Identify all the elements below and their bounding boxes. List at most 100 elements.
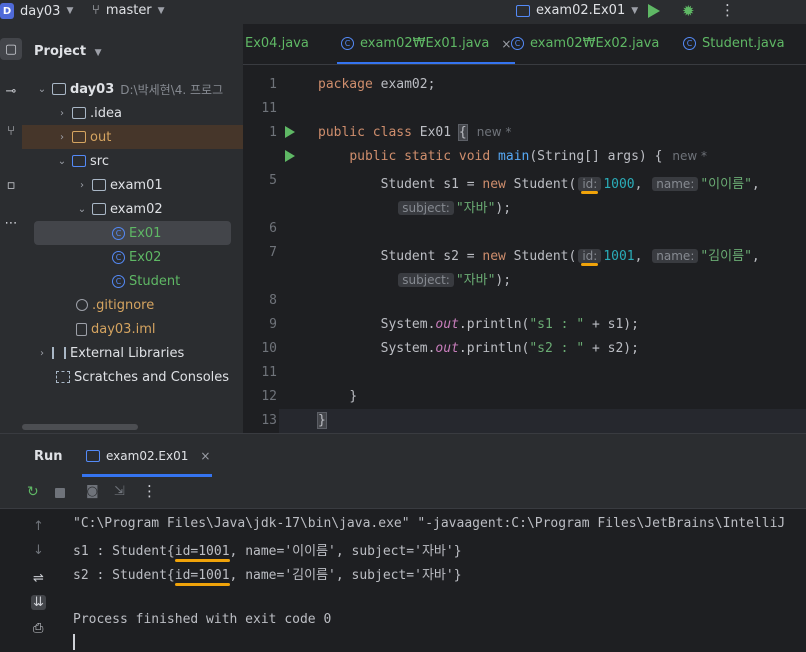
debug-icon[interactable]: ✹: [682, 2, 695, 20]
tab-student[interactable]: C Student.java: [683, 36, 785, 51]
scroll-to-end-icon[interactable]: ⇊: [31, 595, 46, 610]
tab-ex04[interactable]: Ex04.java: [245, 36, 309, 51]
title-bar: D day03 ▼ ⑂ master ▼ exam02.Ex01 ▼ ✹ ⋮: [0, 0, 806, 24]
line-number-11: 11: [261, 365, 277, 380]
project-folder-icon[interactable]: ▢: [0, 38, 22, 60]
run-panel: Run exam02.Ex01 × ↻ ◙ ⇲ ⋮ ↑ ↓ ⇌ ⇊ ⎙ "C:\…: [0, 433, 806, 652]
project-name: day03: [20, 3, 61, 19]
stop-icon[interactable]: [55, 488, 65, 498]
chevron-right-icon: ›: [40, 347, 44, 359]
scroll-up-icon[interactable]: ↑: [33, 519, 44, 534]
tree-item-scratches[interactable]: Scratches and Consoles: [22, 365, 277, 389]
project-panel-header[interactable]: Project ▼: [34, 44, 102, 59]
param-hint-id: id:: [578, 249, 602, 263]
tree-label: src: [90, 153, 109, 169]
line-number-12: 12: [261, 389, 277, 404]
param-hint-subject: subject:: [398, 273, 454, 287]
tree-item-ex01[interactable]: C Ex01: [34, 221, 231, 245]
scratch-icon: [56, 371, 70, 383]
run-tab-exam02-ex01[interactable]: exam02.Ex01 ×: [86, 449, 210, 463]
run-config-selector[interactable]: exam02.Ex01 ▼: [516, 3, 638, 18]
module-path: D:\박세현\4. 프로그: [120, 82, 224, 97]
tab-ex02[interactable]: C exam02₩Ex02.java: [511, 36, 659, 51]
ignore-file-icon: [76, 299, 88, 311]
chevron-down-icon: ▼: [631, 5, 639, 16]
editor-tabs: Ex04.java C exam02₩Ex01.java × C exam02₩…: [243, 24, 806, 65]
code-editor[interactable]: 1 11 1 5 6 7 8 9 10 11 12 13 package exa…: [243, 65, 806, 433]
branch-selector[interactable]: ⑂ master ▼: [92, 3, 165, 18]
more-icon[interactable]: ⋮: [720, 1, 735, 19]
project-panel: Project ▼ ⌄ day03 D:\박세현\4. 프로그 › .idea …: [22, 24, 277, 433]
tree-item-out[interactable]: › out: [22, 125, 277, 149]
param-hint-subject: subject:: [398, 201, 454, 215]
line-number: 1: [269, 77, 277, 92]
chevron-down-icon: ⌄: [57, 155, 67, 167]
tree-label: day03.iml: [91, 321, 156, 337]
code-line-13: }: [317, 412, 327, 429]
run-config-icon: [516, 4, 530, 17]
more-tools-icon[interactable]: ⋯: [0, 212, 22, 234]
tree-item-day03[interactable]: ⌄ day03 D:\박세현\4. 프로그: [22, 77, 257, 101]
line-number-9: 9: [269, 317, 277, 332]
tree-label: Ex02: [129, 249, 162, 265]
run-config-name: exam02.Ex01: [536, 3, 626, 18]
tree-item-external-libraries[interactable]: › External Libraries: [22, 341, 257, 365]
scroll-down-icon[interactable]: ↓: [33, 543, 44, 558]
chevron-right-icon: ›: [80, 179, 84, 191]
tab-label: exam02₩Ex01.java: [360, 36, 490, 51]
structure-icon[interactable]: ▫: [0, 174, 22, 196]
code-line-7-wrap: subject: "자바");: [318, 269, 511, 288]
code-line-5-wrap: subject: "자바");: [318, 197, 511, 216]
chevron-down-icon: ▼: [66, 6, 74, 16]
java-class-icon: C: [112, 250, 125, 264]
code-line-5: Student s1 = new Student(id: 1000, name: "…: [380, 177, 760, 192]
run-side-toolbar: ↑ ↓ ⇌ ⇊ ⎙: [0, 509, 56, 652]
pull-request-icon[interactable]: ⑂: [0, 120, 22, 142]
param-hint-id: id:: [578, 177, 602, 191]
java-class-icon: C: [341, 37, 354, 50]
print-icon[interactable]: ⎙: [33, 621, 43, 636]
horizontal-scrollbar[interactable]: [22, 424, 138, 430]
line-number-7: 7: [269, 245, 277, 260]
rerun-icon[interactable]: ↻: [27, 484, 39, 500]
restore-layout-icon[interactable]: ⇲: [114, 484, 125, 499]
soft-wrap-icon[interactable]: ⇌: [33, 571, 44, 586]
param-hint-name: name:: [652, 249, 699, 263]
library-icon: [52, 347, 66, 359]
close-icon[interactable]: ×: [501, 37, 511, 51]
tree-label: Student: [129, 273, 181, 289]
console-output-2: s2 : Student{id=1001, name='김이름', subjec…: [73, 568, 462, 583]
run-panel-title: Run: [34, 449, 63, 464]
camera-icon[interactable]: ◙: [86, 484, 99, 499]
run-main-icon[interactable]: [285, 150, 295, 162]
tree-item-src[interactable]: ⌄ src: [22, 149, 277, 173]
param-hint-name: name:: [652, 177, 699, 191]
run-tab-label: exam02.Ex01: [106, 449, 189, 463]
tab-label: exam02₩Ex02.java: [530, 36, 660, 51]
tab-ex01[interactable]: C exam02₩Ex01.java ×: [336, 36, 516, 64]
module-folder-icon: [52, 83, 66, 95]
tree-label: exam01: [110, 177, 163, 193]
module-file-icon: [76, 322, 87, 336]
tree-label: .gitignore: [92, 297, 155, 313]
console-command: "C:\Program Files\Java\jdk-17\bin\java.e…: [73, 516, 786, 531]
console-exit-message: Process finished with exit code 0: [73, 612, 332, 627]
excluded-folder-icon: [72, 131, 86, 143]
line-number-6: 6: [269, 221, 277, 236]
tree-item-idea[interactable]: › .idea: [22, 101, 277, 125]
run-icon[interactable]: [648, 4, 660, 18]
java-class-icon: C: [112, 274, 125, 288]
more-icon[interactable]: ⋮: [142, 482, 157, 500]
commit-icon[interactable]: ⊸: [0, 80, 22, 102]
line-number-10: 10: [261, 341, 277, 356]
run-class-icon[interactable]: [285, 126, 295, 138]
java-class-icon: C: [683, 37, 696, 50]
tab-label: Ex04.java: [245, 36, 309, 51]
code-line-9: System.out.println("s1 : " + s1);: [380, 317, 639, 332]
code-line-4: public static void main(String[] args) {…: [349, 149, 708, 164]
code-line-12: }: [349, 389, 358, 404]
project-selector[interactable]: D day03 ▼: [0, 3, 73, 19]
close-icon[interactable]: ×: [200, 449, 210, 463]
branch-name: master: [105, 3, 152, 18]
chevron-down-icon: ⌄: [77, 203, 87, 215]
